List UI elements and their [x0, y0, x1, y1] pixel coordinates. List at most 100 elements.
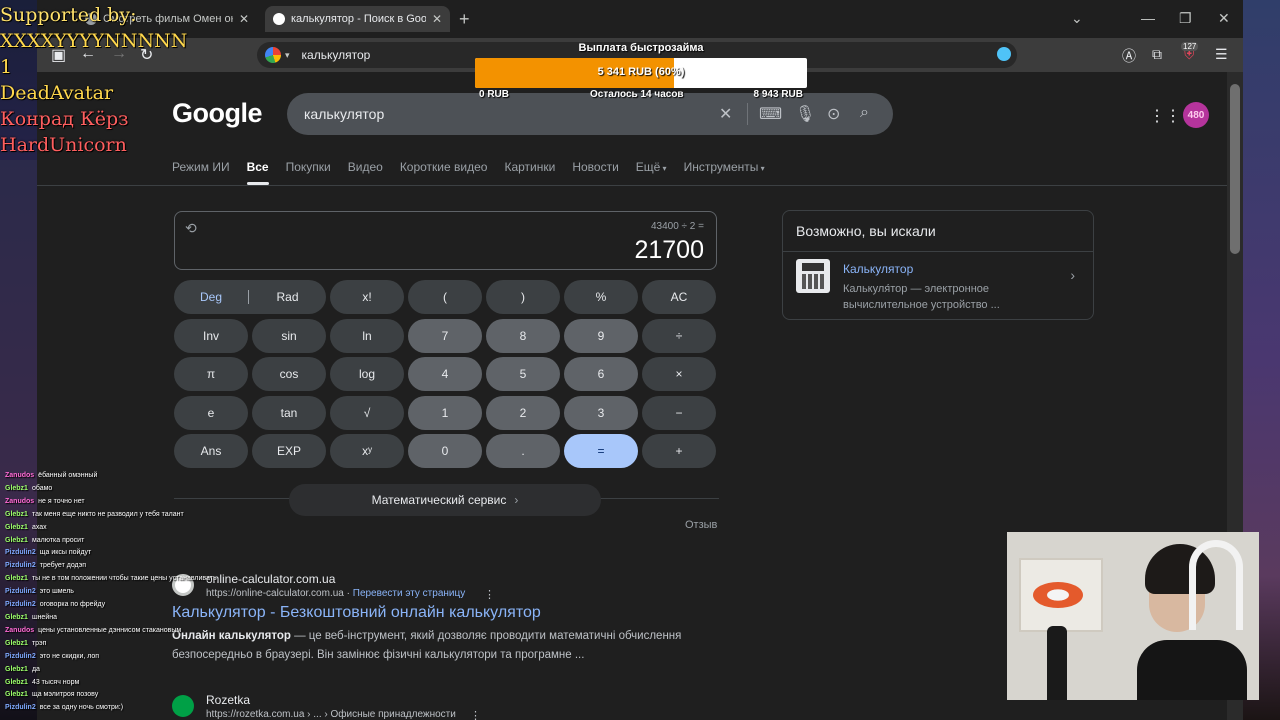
calc-key[interactable]: ÷ — [642, 318, 716, 353]
calc-key[interactable]: Ans — [174, 434, 248, 469]
restore-icon[interactable]: ❐ — [1179, 10, 1192, 27]
chat-username: Pizdulin2 — [5, 549, 36, 557]
chat-text: ты не в том положении чтобы такие цены у… — [31, 575, 217, 583]
calc-key[interactable]: 1 — [408, 395, 482, 430]
calc-key[interactable]: + — [642, 434, 716, 469]
search-tab[interactable]: Ещё ▾ — [636, 160, 667, 186]
chat-username: Glebz1 — [5, 678, 28, 686]
search-tab[interactable]: Короткие видео — [400, 160, 488, 186]
calc-key[interactable]: xʸ — [330, 434, 404, 469]
feedback-link[interactable]: Отзыв — [685, 519, 717, 531]
calc-key[interactable]: √ — [330, 395, 404, 430]
search-tab[interactable]: Новости — [572, 160, 618, 186]
avatar[interactable]: 480 — [1183, 102, 1209, 128]
keyboard-icon[interactable]: ⌨ — [759, 104, 782, 124]
chat-text: цены установленные дэннисом стакановым — [38, 626, 182, 634]
chat-message: Glebz1 шнейна — [5, 612, 265, 625]
search-tab[interactable]: Картинки — [504, 160, 555, 186]
calc-key[interactable]: − — [642, 395, 716, 430]
more-options-icon[interactable]: ⋮ — [470, 709, 481, 720]
calc-key[interactable]: ( — [408, 280, 482, 314]
calc-key[interactable]: cos — [252, 357, 326, 392]
menu-icon[interactable]: ☰ — [1215, 46, 1228, 63]
new-tab-icon[interactable]: + — [459, 9, 470, 30]
calc-key[interactable]: Inv — [174, 318, 248, 353]
profile-a-icon[interactable]: Ⓐ — [1122, 46, 1136, 66]
lens-icon[interactable]: ⊙ — [827, 104, 840, 124]
tab-search-chevron-icon[interactable]: ⌄ — [1071, 10, 1083, 27]
calc-key[interactable]: EXP — [252, 434, 326, 469]
search-tab[interactable]: Инструменты ▾ — [684, 160, 765, 186]
chat-username: Zanudos — [5, 626, 35, 634]
calc-key[interactable]: ln — [330, 318, 404, 353]
calc-key[interactable]: e — [174, 395, 248, 430]
calculator-thumbnail[interactable] — [796, 259, 830, 293]
site-info-icon[interactable] — [265, 47, 281, 63]
chat-username: Pizdulin2 — [5, 588, 36, 596]
search-input[interactable]: калькулятор — [304, 106, 384, 122]
search-tab[interactable]: Все — [246, 160, 269, 186]
search-divider — [747, 103, 748, 125]
deg-option[interactable]: Deg — [174, 290, 248, 304]
more-options-icon[interactable]: ⋮ — [484, 588, 495, 601]
calc-key[interactable]: ) — [486, 280, 560, 314]
chat-username: Zanudos — [5, 472, 35, 479]
close-tab-icon[interactable]: ✕ — [239, 12, 249, 26]
calc-key[interactable]: 7 — [408, 318, 482, 353]
chat-username: Glebz1 — [5, 613, 28, 621]
chat-message: Pizdulin2 это не скидки, лоп — [5, 651, 265, 664]
chevron-down-icon[interactable]: ▾ — [285, 50, 290, 61]
calc-key[interactable]: log — [330, 357, 404, 392]
donation-goal-widget: Выплата быстрозайма 5 341 RUB (60%) 0 RU… — [475, 41, 807, 101]
tab-strip: Смотреть фильм Омен онлайн ✕ калькулятор… — [37, 0, 1243, 38]
search-icon[interactable]: ⌕ — [860, 104, 869, 122]
calc-key[interactable]: % — [564, 280, 638, 314]
calc-key[interactable]: 2 — [486, 395, 560, 430]
close-tab-icon[interactable]: ✕ — [432, 12, 442, 26]
chevron-right-icon[interactable]: › — [1070, 267, 1075, 283]
chat-text: не я точно нет — [38, 497, 85, 505]
chat-text: ща мэлитроя позову — [31, 691, 99, 699]
tab-google-search[interactable]: калькулятор - Поиск в Google ✕ — [265, 6, 450, 32]
calc-key[interactable]: tan — [252, 395, 326, 430]
close-window-icon[interactable]: ✕ — [1218, 10, 1230, 27]
math-service-button[interactable]: Математический сервис › — [289, 484, 601, 516]
rad-option[interactable]: Rad — [249, 290, 326, 304]
search-tab[interactable]: Режим ИИ — [172, 160, 230, 186]
calc-key[interactable]: x! — [330, 280, 404, 314]
history-icon[interactable]: ⟲ — [185, 220, 197, 237]
calc-key[interactable]: 0 — [408, 434, 482, 469]
clear-icon[interactable]: ✕ — [719, 104, 732, 124]
streamer — [1137, 536, 1247, 700]
translate-icon[interactable] — [997, 47, 1011, 61]
extensions-icon[interactable]: ⧉ — [1152, 46, 1162, 63]
calc-key[interactable]: 9 — [564, 318, 638, 353]
mic-icon[interactable]: 🎙 — [795, 104, 815, 124]
related-title[interactable]: Калькулятор — [843, 262, 913, 276]
calc-key[interactable]: × — [642, 357, 716, 392]
tab-title: калькулятор - Поиск в Google — [291, 13, 426, 25]
chat-text: так меня еще никто не разводил у тебя та… — [31, 510, 184, 518]
calc-key[interactable]: π — [174, 357, 248, 392]
calc-key[interactable]: 5 — [486, 357, 560, 392]
chat-message: Pizdulin2 требует додэп — [5, 560, 265, 573]
calc-key[interactable]: 4 — [408, 357, 482, 392]
google-favicon-icon — [273, 13, 285, 25]
minimize-icon[interactable]: — — [1141, 10, 1155, 26]
search-tab[interactable]: Покупки — [286, 160, 331, 186]
chat-text: шнейна — [31, 613, 57, 621]
calc-key[interactable]: . — [486, 434, 560, 469]
deg-rad-toggle[interactable]: Deg Rad — [174, 280, 326, 314]
calc-key[interactable]: sin — [252, 318, 326, 353]
address-text[interactable]: калькулятор — [302, 48, 371, 62]
calc-key[interactable]: = — [564, 434, 638, 469]
calculator-display: ⟲ 43400 ÷ 2 = 21700 — [174, 211, 717, 270]
chevron-right-icon: › — [514, 493, 519, 507]
translate-link[interactable]: Перевести эту страницу — [353, 588, 465, 599]
calc-key[interactable]: 3 — [564, 395, 638, 430]
search-tab[interactable]: Видео — [348, 160, 383, 186]
scrollbar-thumb[interactable] — [1230, 84, 1240, 254]
calc-key[interactable]: AC — [642, 280, 716, 314]
calc-key[interactable]: 6 — [564, 357, 638, 392]
calc-key[interactable]: 8 — [486, 318, 560, 353]
